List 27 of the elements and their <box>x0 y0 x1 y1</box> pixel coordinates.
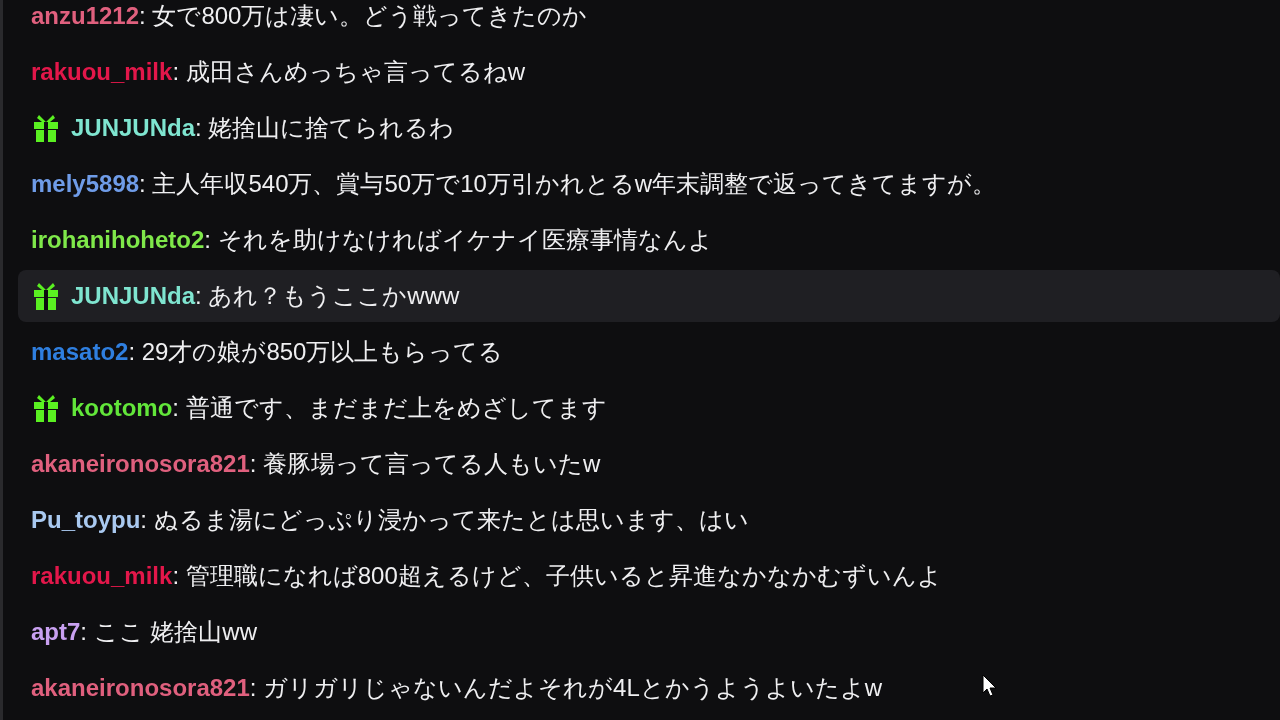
username[interactable]: irohanihoheto2 <box>31 226 205 254</box>
message-text: : ぬるま湯にどっぷり浸かって来たとは思います、はい <box>140 505 749 535</box>
mouse-pointer-icon <box>982 674 998 698</box>
username[interactable]: rakuou_milk <box>31 562 173 590</box>
username[interactable]: rakuou_milk <box>31 58 173 86</box>
username[interactable]: akaneironosora821 <box>31 674 250 702</box>
username[interactable]: akaneironosora821 <box>31 450 250 478</box>
username[interactable]: mely5898 <box>31 170 140 198</box>
message-text: : ここ 姥捨山ww <box>80 617 258 647</box>
username[interactable]: Pu_toypu <box>31 506 141 534</box>
username[interactable]: apt7 <box>31 618 81 646</box>
message-text: : 29才の娘が850万以上もらってる <box>128 337 504 367</box>
username[interactable]: anzu1212 <box>31 2 140 30</box>
username[interactable]: masato2 <box>31 338 129 366</box>
message-text: : それを助けなければイケナイ医療事情なんよ <box>204 225 713 255</box>
message-text: : 女で800万は凄い。どう戦ってきたのか <box>139 1 588 31</box>
message-text: : 管理職になれば800超えるけど、子供いると昇進なかなかむずいんよ <box>172 561 942 591</box>
message-text: : 主人年収540万、賞与50万で10万引かれとるw年末調整で返ってきてますが。 <box>139 169 997 199</box>
username[interactable]: kootomo <box>71 394 173 422</box>
username[interactable]: JUNJUNda <box>71 282 196 310</box>
message-text: : 普通です、まだまだ上をめざしてます <box>172 393 607 423</box>
message-text: : ガリガリじゃないんだよそれが4Lとかうようよいたよw <box>249 673 883 703</box>
message-text: : 養豚場って言ってる人もいたw <box>249 449 601 479</box>
message-text: : 成田さんめっちゃ言ってるねw <box>172 57 526 87</box>
message-text: : あれ？もうここかwww <box>195 281 460 311</box>
username[interactable]: JUNJUNda <box>71 114 196 142</box>
message-text: : 姥捨山に捨てられるわ <box>195 113 455 143</box>
